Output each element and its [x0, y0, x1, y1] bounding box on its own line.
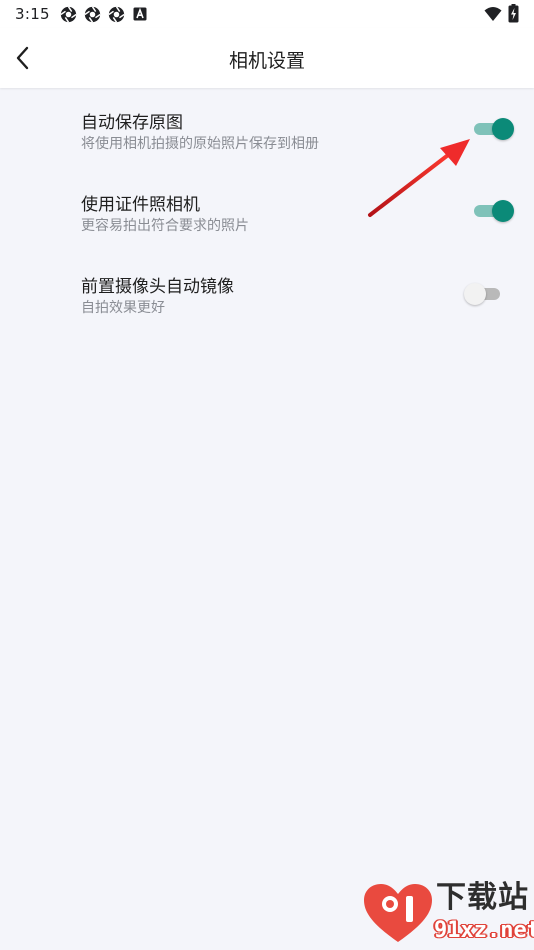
setting-title: 使用证件照相机	[81, 195, 200, 215]
status-time: 3:15	[15, 5, 50, 23]
page-title: 相机设置	[228, 50, 305, 72]
auto-save-original-toggle[interactable]	[470, 115, 514, 143]
shutter-icon	[84, 6, 101, 23]
setting-title: 前置摄像头自动镜像	[81, 277, 234, 297]
app-bar: 相机设置	[0, 28, 534, 88]
wifi-icon	[484, 7, 502, 21]
toggle-thumb	[464, 283, 486, 305]
setting-subtitle: 更容易拍出符合要求的照片	[81, 218, 249, 234]
watermark: 下载站 91xz.net	[362, 880, 534, 950]
front-camera-mirror-toggle[interactable]	[464, 280, 508, 308]
setting-row-id-photo-camera[interactable]: 使用证件照相机 更容易拍出符合要求的照片	[0, 190, 534, 268]
watermark-brand: 下载站	[436, 880, 529, 915]
watermark-logo-icon	[364, 884, 432, 942]
setting-subtitle: 自拍效果更好	[81, 300, 165, 316]
id-photo-camera-toggle[interactable]	[470, 197, 514, 225]
shutter-icon	[60, 6, 77, 23]
a-badge-icon	[133, 7, 147, 21]
setting-row-front-camera-mirror[interactable]: 前置摄像头自动镜像 自拍效果更好	[0, 272, 534, 350]
setting-row-auto-save-original[interactable]: 自动保存原图 将使用相机拍摄的原始照片保存到相册	[0, 108, 534, 186]
setting-subtitle: 将使用相机拍摄的原始照片保存到相册	[81, 136, 319, 152]
watermark-domain: 91xz.net	[434, 918, 534, 943]
status-bar: 3:15	[0, 0, 534, 28]
battery-charging-icon	[508, 4, 519, 23]
toggle-thumb	[492, 118, 514, 140]
toggle-thumb	[492, 200, 514, 222]
setting-title: 自动保存原图	[81, 113, 183, 133]
shutter-icon	[108, 6, 125, 23]
